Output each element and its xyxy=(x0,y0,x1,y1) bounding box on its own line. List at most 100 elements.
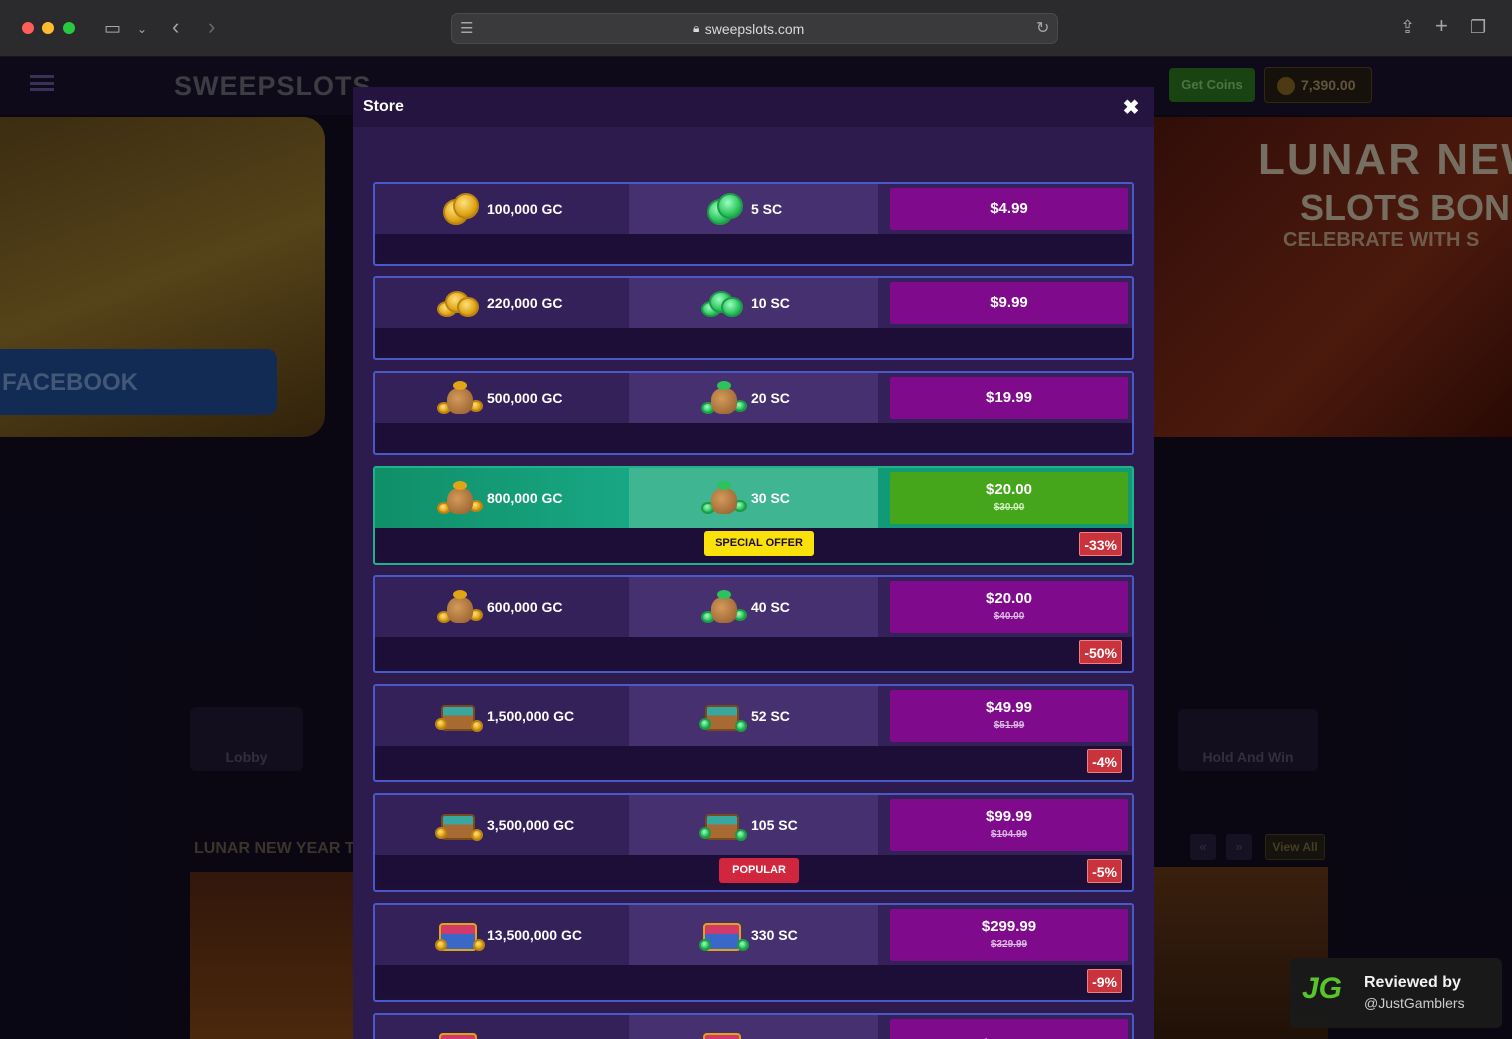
sweep-coins-cell: 330 SC xyxy=(629,905,878,965)
gold-coins-chest-icon xyxy=(435,696,483,736)
buy-button[interactable]: $20.00 $40.00 xyxy=(890,581,1128,633)
sweep-coins-cell: 20 SC xyxy=(629,373,878,423)
gold-coins-amount: 500,000 GC xyxy=(435,373,563,423)
sweep-coins-label: 105 SC xyxy=(751,817,798,833)
gold-coins-amount: 100,000 GC xyxy=(435,184,563,234)
forward-icon[interactable]: › xyxy=(208,16,215,38)
gold-coins-bag-icon xyxy=(435,378,483,418)
price-cell: $299.99 $329.99 xyxy=(878,905,1132,965)
price-label: $49.99 xyxy=(986,699,1032,716)
gold-coins-amount: 220,000 GC xyxy=(435,278,563,328)
discount-badge: -4% xyxy=(1087,749,1122,773)
package-offer-row: 1,500,000 GC 52 SC $49.99 $51.99 xyxy=(375,686,1132,746)
gold-coins-bag-icon xyxy=(435,587,483,627)
package-offer-row: 13,500,000 GC 330 SC $299.99 $329.99 xyxy=(375,905,1132,965)
store-package[interactable]: 220,000 GC 10 SC $9.99 xyxy=(373,276,1134,360)
original-price-label: $51.99 xyxy=(993,720,1025,731)
store-package[interactable]: 3,500,000 GC 105 SC $99.99 $104.99 POPULAR -5… xyxy=(373,793,1134,892)
buy-button[interactable]: $20.00 $30.00 xyxy=(890,472,1128,524)
sweep-coins-chest-icon xyxy=(699,805,747,845)
gold-coins-cell: 13,500,000 GC xyxy=(375,905,629,965)
package-offer-row: 600,000 GC 40 SC $20.00 $40.00 xyxy=(375,577,1132,637)
store-package[interactable]: 13,500,000 GC 330 SC $299.99 $329.99 -9% xyxy=(373,903,1134,1002)
review-line1: Reviewed by xyxy=(1364,974,1461,991)
original-price-label: $30.00 xyxy=(993,502,1025,513)
sweep-coins-cell: 40 SC xyxy=(629,577,878,637)
share-icon[interactable]: ⇪ xyxy=(1400,17,1415,37)
gold-coins-cell: 3,500,000 GC xyxy=(375,795,629,855)
buy-button[interactable]: $499.99 xyxy=(890,1019,1128,1039)
gold-coins-label: 13,500,000 GC xyxy=(487,927,582,943)
store-package[interactable]: 600,000 GC 40 SC $20.00 $40.00 -50% xyxy=(373,575,1134,673)
store-package[interactable]: 800,000 GC 30 SC $20.00 $30.00 SPECIAL OFFER… xyxy=(373,466,1134,565)
store-package[interactable]: 100,000 GC 5 SC $4.99 xyxy=(373,182,1134,266)
store-package[interactable]: 1,500,000 GC 52 SC $49.99 $51.99 -4% xyxy=(373,684,1134,782)
gold-coins-cell: 220,000 GC xyxy=(375,278,629,328)
sidebar-toggle-icon[interactable]: ▭ xyxy=(104,18,121,38)
gold-coins-coins-icon xyxy=(435,189,483,229)
gold-coins-amount: 800,000 GC xyxy=(435,468,563,528)
buy-button[interactable]: $19.99 xyxy=(890,377,1128,419)
price-cell: $20.00 $40.00 xyxy=(878,577,1132,637)
buy-button[interactable]: $299.99 $329.99 xyxy=(890,909,1128,961)
sweep-coins-amount: 10 SC xyxy=(699,278,790,328)
review-line2: @JustGamblers xyxy=(1364,995,1465,1011)
sweep-coins-amount xyxy=(699,1015,751,1039)
package-offer-row: 3,500,000 GC 105 SC $99.99 $104.99 xyxy=(375,795,1132,855)
special-offer-badge: SPECIAL OFFER xyxy=(704,531,814,556)
gold-coins-cell xyxy=(375,1015,629,1039)
sweep-coins-amount: 105 SC xyxy=(699,795,798,855)
gold-coins-amount: 1,500,000 GC xyxy=(435,686,574,746)
price-label: $99.99 xyxy=(986,808,1032,825)
price-label: $19.99 xyxy=(986,389,1032,406)
gold-coins-chest-big-icon xyxy=(435,1025,483,1039)
tab-overview-icon[interactable]: ❐ xyxy=(1470,17,1486,37)
gold-coins-label: 500,000 GC xyxy=(487,390,563,406)
sweep-coins-label: 52 SC xyxy=(751,708,790,724)
buy-button[interactable]: $4.99 xyxy=(890,188,1128,230)
buy-button[interactable]: $49.99 $51.99 xyxy=(890,690,1128,742)
price-cell: $4.99 xyxy=(878,184,1132,234)
store-package[interactable]: $499.99 xyxy=(373,1013,1134,1039)
minimize-window-button[interactable] xyxy=(42,22,54,34)
store-package[interactable]: 500,000 GC 20 SC $19.99 xyxy=(373,371,1134,455)
store-title: Store xyxy=(363,98,404,115)
sweep-coins-label: 5 SC xyxy=(751,201,783,217)
sweep-coins-amount: 52 SC xyxy=(699,686,790,746)
gold-coins-label: 600,000 GC xyxy=(487,599,563,615)
sweep-coins-amount: 40 SC xyxy=(699,577,790,637)
address-bar[interactable]: ☰ 🔒︎ sweepslots.com ↻ xyxy=(451,13,1058,44)
buy-button[interactable]: $9.99 xyxy=(890,282,1128,324)
gold-coins-amount: 3,500,000 GC xyxy=(435,795,574,855)
close-icon[interactable]: ✖ xyxy=(1119,95,1143,120)
browser-toolbar: ▭ ⌄ ‹ › ☰ 🔒︎ sweepslots.com ↻ ⇪ + ❐ xyxy=(0,0,1512,57)
zoom-window-button[interactable] xyxy=(63,22,75,34)
popular-badge: POPULAR xyxy=(719,858,799,883)
url-text: sweepslots.com xyxy=(704,21,805,37)
package-offer-row: 100,000 GC 5 SC $4.99 xyxy=(375,184,1132,234)
price-label: $299.99 xyxy=(981,918,1037,935)
close-window-button[interactable] xyxy=(22,22,34,34)
gold-coins-label: 3,500,000 GC xyxy=(487,817,575,833)
gold-coins-chest-icon xyxy=(435,805,483,845)
sweep-coins-chest-big-icon xyxy=(699,1025,747,1039)
new-tab-icon[interactable]: + xyxy=(1435,15,1448,37)
sweep-coins-chest-icon xyxy=(699,696,747,736)
gold-coins-coin-stack-icon xyxy=(435,283,483,323)
buy-button[interactable]: $99.99 $104.99 xyxy=(890,799,1128,851)
original-price-label: $329.99 xyxy=(990,939,1028,950)
justgamblers-logo: JG xyxy=(1302,972,1343,1005)
back-icon[interactable]: ‹ xyxy=(172,16,179,38)
price-cell: $19.99 xyxy=(878,373,1132,423)
price-label: $20.00 xyxy=(986,590,1032,607)
sweep-coins-chest-big-icon xyxy=(699,915,749,955)
sweep-coins-amount: 330 SC xyxy=(699,905,798,965)
sweep-coins-coin-stack-icon xyxy=(699,283,747,323)
sweep-coins-amount: 30 SC xyxy=(699,468,790,528)
package-footer xyxy=(379,234,1128,260)
sweep-coins-bag-icon xyxy=(699,378,747,418)
package-offer-row: 800,000 GC 30 SC $20.00 $30.00 xyxy=(375,468,1132,528)
reload-icon[interactable]: ↻ xyxy=(1036,19,1049,39)
gold-coins-cell: 100,000 GC xyxy=(375,184,629,234)
chevron-down-icon[interactable]: ⌄ xyxy=(137,19,147,39)
